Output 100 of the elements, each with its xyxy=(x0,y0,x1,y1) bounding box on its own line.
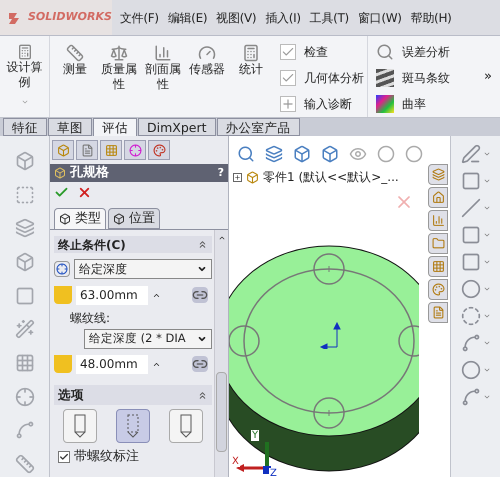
menu-item[interactable]: 编辑(E) xyxy=(168,8,208,26)
manager-tab-icon xyxy=(104,144,118,156)
task-pane-tab[interactable] xyxy=(428,210,448,231)
ribbon-tool-button[interactable]: 传感器 xyxy=(186,44,228,117)
menu-item[interactable]: 文件(F) xyxy=(120,8,159,26)
hole-wizard-icon xyxy=(54,167,66,179)
task-pane-tab[interactable] xyxy=(428,256,448,277)
analysis-tool-button[interactable]: 斑马条纹 xyxy=(376,66,484,89)
ribbon-tool-button[interactable]: 测量 xyxy=(54,44,96,117)
task-pane-tab[interactable] xyxy=(428,279,448,300)
ribbon-tab[interactable]: 草图 xyxy=(48,118,92,136)
sketch-tool-icon xyxy=(460,171,480,191)
link-value-icon[interactable] xyxy=(192,356,208,372)
sketch-tool-button[interactable] xyxy=(460,306,490,326)
thread-condition-dropdown[interactable]: 给定深度 (2 * DIA xyxy=(84,329,212,349)
collapse-icon[interactable] xyxy=(197,390,208,400)
manager-tab[interactable] xyxy=(148,140,170,160)
scroll-thumb[interactable] xyxy=(216,372,227,452)
hole-type-button[interactable] xyxy=(63,409,98,443)
ribbon-tab[interactable]: 特征 xyxy=(3,118,47,136)
task-pane-icon xyxy=(432,283,444,296)
menu-item[interactable]: 帮助(H) xyxy=(410,8,452,26)
check-tool-button[interactable]: 检查 xyxy=(280,40,367,63)
check-tool-button[interactable]: 几何体分析 xyxy=(280,66,367,89)
view-tool-icon xyxy=(237,145,255,163)
manager-tab[interactable] xyxy=(124,140,146,160)
analysis-tool-button[interactable]: 误差分析 xyxy=(376,40,484,63)
sketch-tool-icon xyxy=(460,144,480,164)
section-title: 选项 xyxy=(58,386,85,404)
view-tool-button[interactable] xyxy=(265,144,285,164)
axis-label: Y xyxy=(251,430,260,441)
sketch-tool-button[interactable] xyxy=(460,252,490,272)
menu-item[interactable]: 视图(V) xyxy=(216,8,256,26)
sketch-tool-button[interactable] xyxy=(460,198,490,218)
ribbon-tab[interactable]: 办公室产品 xyxy=(216,118,300,136)
menu-item[interactable]: 工具(T) xyxy=(310,8,349,26)
tab-icon xyxy=(59,213,71,225)
checkbox[interactable] xyxy=(58,450,70,463)
depth-field[interactable]: 63.00mm xyxy=(76,286,148,304)
scroll-up-icon[interactable] xyxy=(218,234,226,242)
ribbon-tool-button[interactable]: 剖面属性 xyxy=(142,44,184,117)
manager-tab[interactable] xyxy=(76,140,98,160)
help-button[interactable]: ? xyxy=(218,164,224,182)
sketch-tool-icon xyxy=(460,387,480,407)
manager-tab-icon xyxy=(56,144,70,156)
tree-item[interactable]: 零件1 (默认<<默认>_... xyxy=(263,168,399,186)
task-pane-tab[interactable] xyxy=(428,187,448,208)
sketch-tool-button[interactable] xyxy=(460,279,490,299)
manager-tab[interactable] xyxy=(100,140,122,160)
manager-tab[interactable] xyxy=(52,140,74,160)
task-pane-tab[interactable] xyxy=(428,302,448,323)
thread-depth-field[interactable]: 48.00mm xyxy=(76,354,148,374)
sketch-tool-icon xyxy=(460,225,480,245)
ribbon-tool-button[interactable]: 质量属性 xyxy=(98,44,140,117)
expand-icon[interactable] xyxy=(233,172,242,182)
task-pane-icon xyxy=(432,260,444,273)
check-box-icon xyxy=(280,44,296,60)
hole-type-button[interactable] xyxy=(168,409,203,443)
ribbon-tool-button[interactable]: 统计 xyxy=(230,44,272,117)
more-button[interactable]: » xyxy=(484,66,500,86)
tool-icon xyxy=(242,44,260,62)
panel-tab[interactable]: 类型 xyxy=(54,208,106,229)
design-study-button[interactable]: 设计算例 xyxy=(0,36,50,117)
caret-icon xyxy=(482,258,490,266)
menu-item[interactable]: 窗口(W) xyxy=(358,8,402,26)
sketch-tool-button[interactable] xyxy=(460,144,490,164)
tool-icon xyxy=(154,44,172,62)
menu-item[interactable]: 插入(I) xyxy=(265,8,301,26)
collapse-icon[interactable] xyxy=(197,239,208,250)
sketch-tool-icon xyxy=(460,306,480,326)
panel-title: 孔规格 xyxy=(70,164,110,182)
plus-box-icon xyxy=(280,96,296,112)
view-tool-icon xyxy=(405,145,423,163)
hole-type-button[interactable] xyxy=(116,409,150,443)
sketch-tool-button[interactable] xyxy=(460,225,490,245)
checkbox-label: 带螺纹标注 xyxy=(74,448,139,466)
analysis-tool-button[interactable]: 曲率 xyxy=(376,92,484,115)
ribbon-tab[interactable]: DimXpert xyxy=(138,118,216,136)
end-condition-dropdown[interactable]: 给定深度 xyxy=(74,259,212,279)
feature-icon xyxy=(14,319,34,340)
task-pane-tab[interactable] xyxy=(428,164,448,185)
task-pane-tab[interactable] xyxy=(428,233,448,254)
panel-tab[interactable]: 位置 xyxy=(108,208,160,229)
check-box-icon xyxy=(280,70,296,86)
check-tool-button[interactable]: 输入诊断 xyxy=(280,92,367,115)
feature-icon xyxy=(14,252,34,272)
tool-icon xyxy=(110,44,128,62)
ribbon-tab[interactable]: 评估 xyxy=(93,118,137,136)
sketch-tool-icon xyxy=(460,333,480,353)
cancel-icon[interactable] xyxy=(77,185,92,200)
view-tool-button[interactable] xyxy=(377,144,397,164)
feature-icon xyxy=(14,353,34,374)
link-value-icon[interactable] xyxy=(192,287,208,303)
sketch-tool-button[interactable] xyxy=(460,333,490,353)
sketch-tool-button[interactable] xyxy=(460,171,490,191)
sketch-tool-button[interactable] xyxy=(460,387,490,407)
sketch-tool-button[interactable] xyxy=(460,360,490,380)
manager-tab-icon xyxy=(80,144,94,156)
origin-triad-icon xyxy=(319,321,343,349)
view-tool-button[interactable] xyxy=(405,144,425,164)
